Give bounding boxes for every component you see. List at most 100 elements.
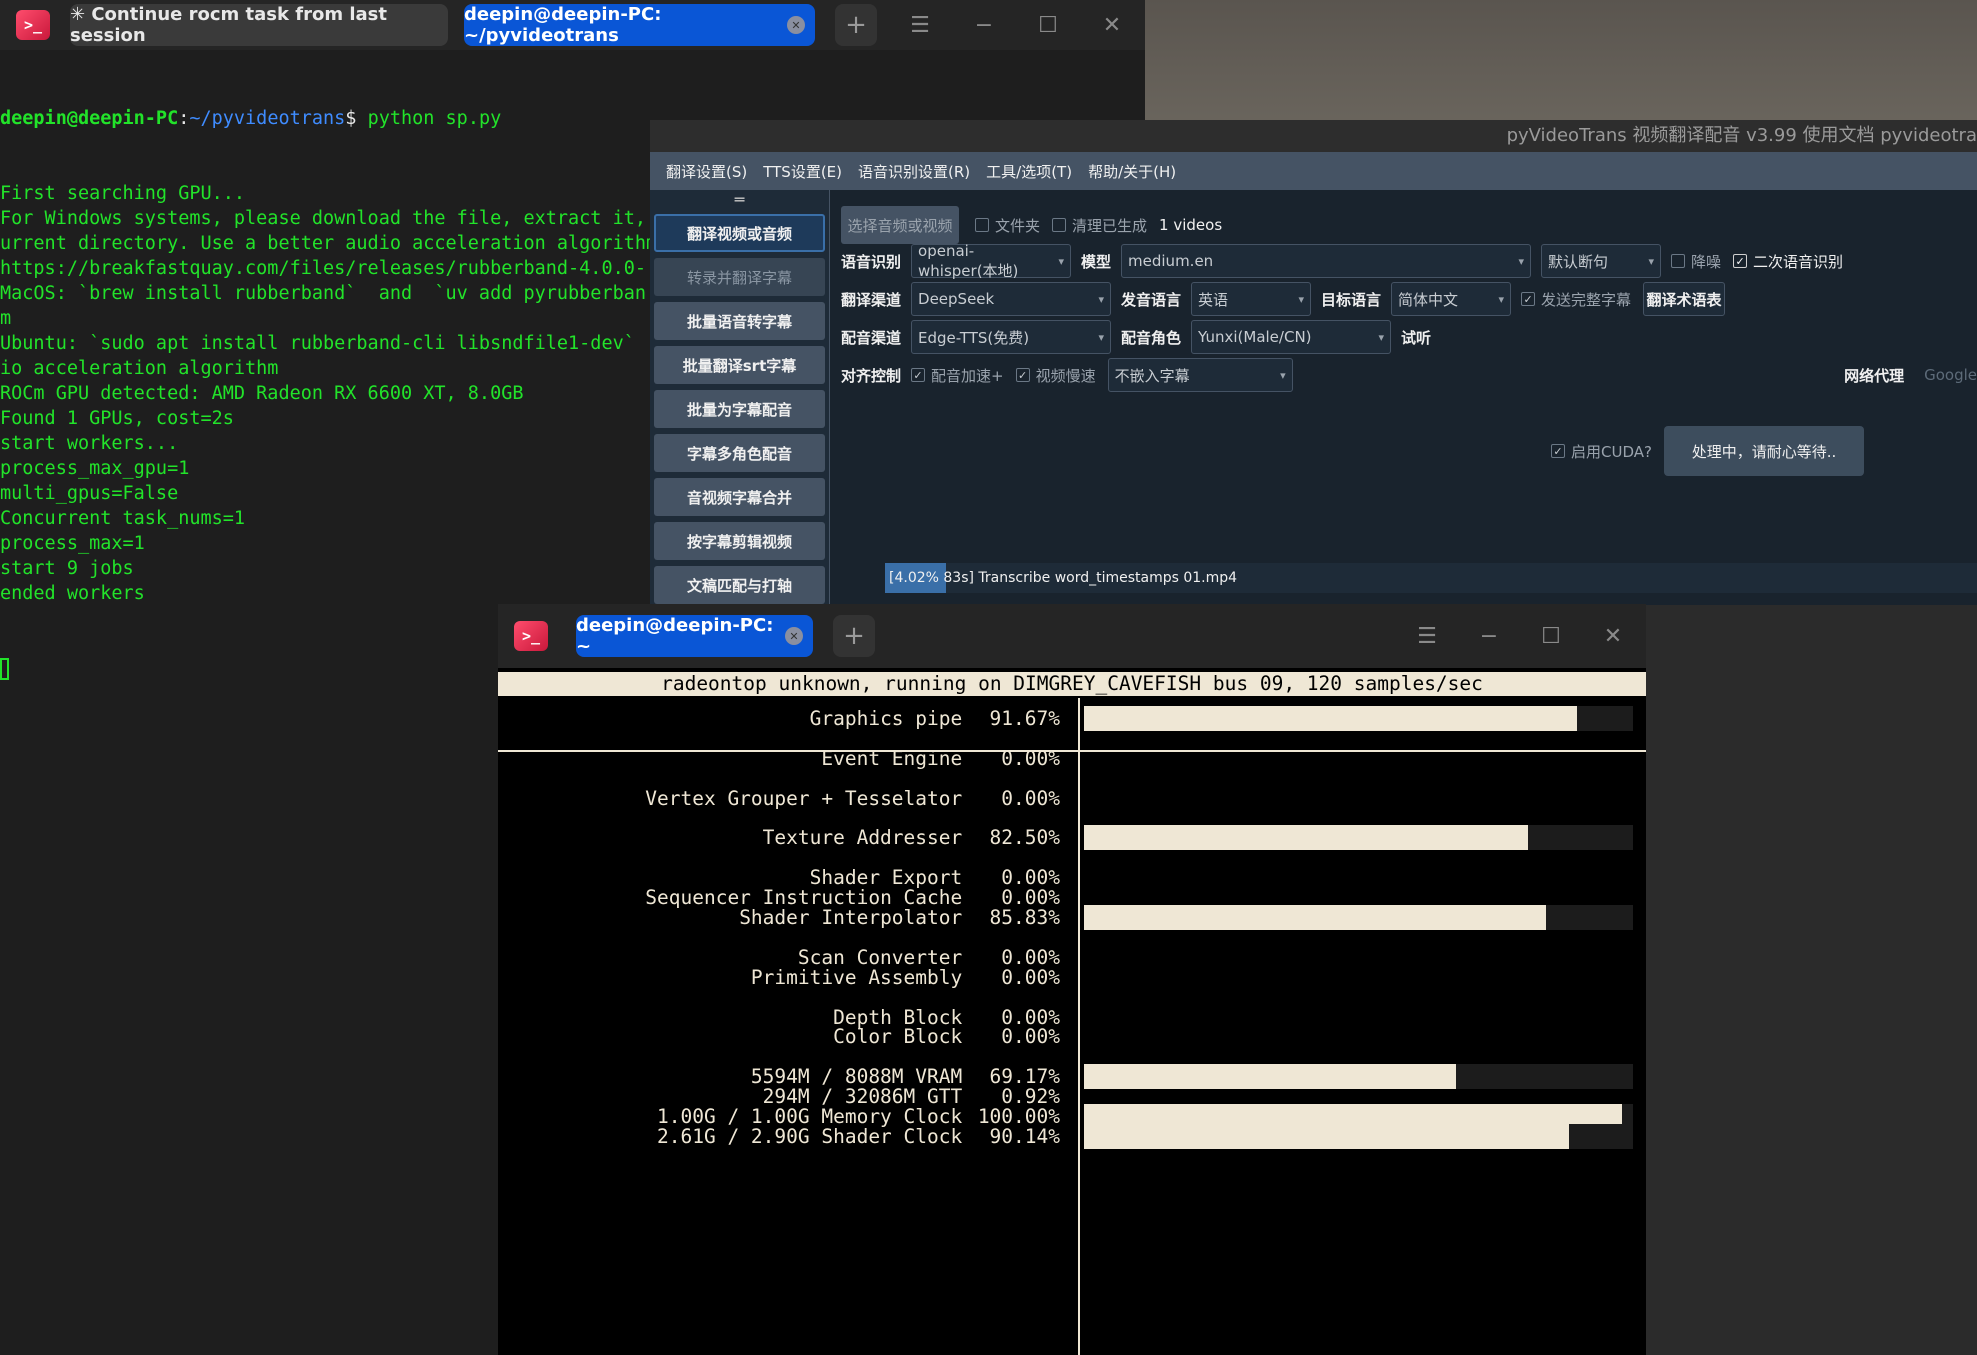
cuda-checkbox[interactable]: ✓ 启用CUDA?: [1551, 441, 1652, 462]
column-divider: [1078, 698, 1080, 1355]
new-tab-button[interactable]: +: [833, 615, 875, 657]
glossary-button[interactable]: 翻译术语表: [1643, 282, 1726, 316]
menu-icon[interactable]: ☰: [1412, 624, 1442, 649]
radeontop-row: Vertex Grouper + Tesselator 0.00%: [498, 786, 1060, 811]
radeontop-row: Shader Interpolator 85.83%: [498, 905, 1060, 930]
minimize-icon[interactable]: −: [1474, 624, 1504, 649]
metric-value: 0.00%: [1001, 746, 1060, 770]
desktop-background: [1145, 0, 1977, 125]
checkmark-icon: ✓: [1733, 254, 1748, 268]
usage-bar: [1084, 706, 1633, 731]
menu-bar: 翻译设置(S) TTS设置(E) 语音识别设置(R) 工具/选项(T) 帮助/关…: [650, 152, 1977, 190]
terminal-window-radeontop: >_ deepin@deepin-PC: ~ ✕ + ☰ − ☐ ✕ radeo…: [498, 604, 1646, 1355]
maximize-icon[interactable]: ☐: [1536, 624, 1566, 649]
tab-pyvideotrans[interactable]: deepin@deepin-PC: ~/pyvideotrans ✕: [464, 4, 815, 46]
close-tab-icon[interactable]: ✕: [787, 16, 805, 34]
menu-icon[interactable]: ☰: [905, 13, 935, 38]
metric-value: 0.00%: [1001, 786, 1060, 810]
dub-role-value: Yunxi(Male/CN): [1198, 328, 1312, 346]
translate-channel-label: 翻译渠道: [841, 290, 902, 309]
close-window-icon[interactable]: ✕: [1097, 13, 1127, 38]
metric-value: 85.83%: [989, 906, 1060, 929]
sidebar-translate-video[interactable]: 翻译视频或音频: [654, 214, 825, 252]
maximize-icon[interactable]: ☐: [1033, 13, 1063, 38]
usage-bar: [1084, 1123, 1633, 1149]
action-row: ✓ 启用CUDA? 处理中，请耐心等待..: [841, 426, 1977, 476]
dub-channel-select[interactable]: Edge-TTS(免费) ▾: [911, 320, 1112, 354]
select-media-button[interactable]: 选择音频或视频: [841, 206, 959, 244]
source-language-value: 英语: [1198, 290, 1229, 309]
split-select[interactable]: 默认断句 ▾: [1541, 244, 1662, 278]
dub-speedup-checkbox[interactable]: ✓ 配音加速+: [911, 365, 1004, 386]
terminal-tabbar: >_ ✳ Continue rocm task from last sessio…: [0, 0, 1145, 50]
radeontop-output[interactable]: radeontop unknown, running on DIMGREY_CA…: [498, 668, 1646, 1355]
target-language-select[interactable]: 简体中文 ▾: [1391, 282, 1512, 316]
model-label: 模型: [1081, 252, 1112, 271]
terminal-app-icon[interactable]: >_: [16, 10, 50, 40]
second-asr-checkbox[interactable]: ✓ 二次语音识别: [1733, 251, 1843, 272]
chevron-down-icon: ▾: [1518, 254, 1525, 268]
asr-label: 语音识别: [841, 252, 902, 271]
send-full-label: 发送完整字幕: [1541, 290, 1632, 309]
sidebar-batch-asr[interactable]: 批量语音转字幕: [654, 302, 825, 340]
sidebar-batch-dub[interactable]: 批量为字幕配音: [654, 390, 825, 428]
second-asr-label: 二次语音识别: [1753, 252, 1844, 271]
menu-tts-settings[interactable]: TTS设置(E): [763, 161, 842, 182]
align-row: 对齐控制 ✓ 配音加速+ ✓ 视频慢速 不嵌入字幕 ▾ 网络代理 Google: [841, 358, 1977, 392]
dub-channel-label: 配音渠道: [841, 328, 902, 347]
listen-button[interactable]: 试听: [1401, 327, 1431, 348]
sidebar-multi-role-dub[interactable]: 字幕多角色配音: [654, 434, 825, 472]
radeontop-row: Color Block 0.00%: [498, 1024, 1060, 1049]
chevron-down-icon: ▾: [1098, 330, 1105, 344]
chevron-down-icon: ▾: [1378, 330, 1385, 344]
chevron-down-icon: ▾: [1280, 368, 1286, 382]
source-language-select[interactable]: 英语 ▾: [1191, 282, 1312, 316]
menu-help[interactable]: 帮助/关于(H): [1088, 161, 1176, 182]
metric-value: 0.00%: [1001, 1025, 1060, 1049]
dub-role-select[interactable]: Yunxi(Male/CN) ▾: [1191, 320, 1392, 354]
progress-bar: [4.02% 83s] Transcribe word_timestamps 0…: [885, 563, 1977, 593]
close-window-icon[interactable]: ✕: [1598, 624, 1628, 649]
align-control-label: 对齐控制: [841, 366, 902, 385]
folder-label: 文件夹: [995, 216, 1041, 235]
tab-rocm-task[interactable]: ✳ Continue rocm task from last session: [70, 4, 448, 46]
sidebar-cut-by-subtitle[interactable]: 按字幕剪辑视频: [654, 522, 825, 560]
checkmark-icon: ✓: [1551, 444, 1565, 458]
checkbox-icon: [1052, 218, 1067, 232]
checkbox-icon: [1671, 254, 1686, 268]
translate-channel-select[interactable]: DeepSeek ▾: [911, 282, 1112, 316]
close-tab-icon[interactable]: ✕: [785, 627, 803, 645]
menu-asr-settings[interactable]: 语音识别设置(R): [858, 161, 970, 182]
grip-icon[interactable]: ═: [650, 190, 829, 209]
sidebar-transcribe-translate[interactable]: 转录并翻译字幕: [654, 258, 825, 296]
clear-generated-checkbox[interactable]: 清理已生成: [1052, 215, 1147, 236]
send-full-subtitle-checkbox[interactable]: ✓ 发送完整字幕: [1521, 289, 1631, 310]
sidebar-batch-translate-srt[interactable]: 批量翻译srt字幕: [654, 346, 825, 384]
video-slow-checkbox[interactable]: ✓ 视频慢速: [1015, 365, 1096, 386]
split-value: 默认断句: [1548, 252, 1609, 271]
usage-bar-fill: [1084, 825, 1528, 851]
chevron-down-icon: ▾: [1098, 292, 1105, 306]
folder-checkbox[interactable]: 文件夹: [975, 215, 1040, 236]
embed-subtitle-select[interactable]: 不嵌入字幕 ▾: [1107, 358, 1293, 392]
file-row: 选择音频或视频 文件夹 清理已生成 1 videos: [841, 206, 1977, 244]
asr-select[interactable]: openai-whisper(本地) ▾: [911, 242, 1072, 280]
new-tab-button[interactable]: +: [835, 4, 877, 46]
dub-row: 配音渠道 Edge-TTS(免费) ▾ 配音角色 Yunxi(Male/CN) ▾ …: [841, 320, 1977, 354]
metric-value: 82.50%: [989, 826, 1060, 850]
proxy-input[interactable]: Google: [1924, 366, 1977, 384]
denoise-checkbox[interactable]: 降噪: [1671, 251, 1721, 272]
minimize-icon[interactable]: −: [969, 13, 999, 38]
tab-label: deepin@deepin-PC: ~: [576, 615, 774, 657]
process-button[interactable]: 处理中，请耐心等待..: [1663, 426, 1864, 476]
menu-translate-settings[interactable]: 翻译设置(S): [666, 161, 747, 182]
sidebar-align-text[interactable]: 文稿匹配与打轴: [654, 566, 825, 604]
tab-label: ✳ Continue rocm task from last session: [70, 4, 387, 46]
metric-value: 0.00%: [1001, 965, 1060, 989]
proxy-label: 网络代理: [1844, 366, 1905, 385]
tab-radeontop[interactable]: deepin@deepin-PC: ~ ✕: [576, 615, 813, 657]
sidebar-merge[interactable]: 音视频字幕合并: [654, 478, 825, 516]
model-select[interactable]: medium.en ▾: [1121, 244, 1532, 278]
menu-tools[interactable]: 工具/选项(T): [986, 161, 1072, 182]
terminal-app-icon[interactable]: >_: [514, 621, 548, 651]
